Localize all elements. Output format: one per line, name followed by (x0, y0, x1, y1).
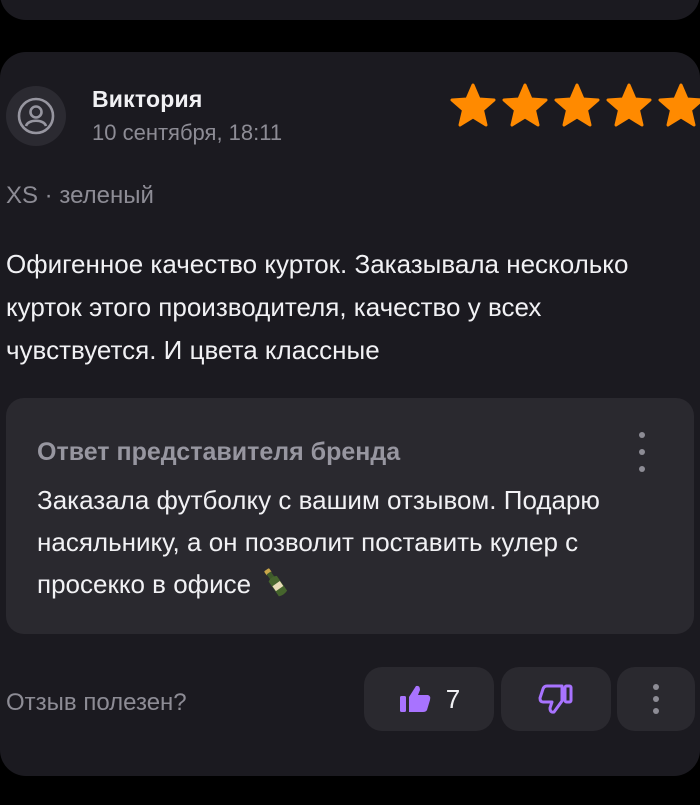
brand-reply-text-block: Заказала футболку с вашим отзывом. Подар… (37, 479, 657, 605)
previous-review-card (0, 0, 700, 20)
product-variant: XS · зеленый (6, 182, 154, 209)
more-actions-button[interactable] (617, 667, 695, 731)
brand-reply-title: Ответ представителя бренда (37, 438, 401, 466)
more-dots-icon (639, 432, 645, 438)
like-button[interactable]: 7 (364, 667, 494, 731)
rating-stars (448, 82, 700, 130)
brand-reply-text: Заказала футболку с вашим отзывом. Подар… (37, 485, 600, 599)
star-icon (554, 83, 600, 127)
star-icon (450, 83, 496, 127)
thumbs-up-icon (399, 685, 431, 712)
reply-menu-button[interactable] (632, 432, 652, 472)
more-dots-icon (653, 684, 659, 714)
like-count: 7 (445, 683, 461, 714)
helpful-question: Отзыв полезен? (6, 689, 187, 716)
star-icon (658, 83, 700, 127)
review-text: Офигенное качество курток. Заказывала не… (6, 249, 629, 365)
author-name: Виктория (92, 86, 203, 112)
bottle-icon (264, 568, 288, 597)
thumbs-down-icon (538, 684, 573, 714)
dislike-button[interactable] (501, 667, 611, 731)
brand-reply: Ответ представителя бренда Заказала футб… (6, 398, 694, 634)
star-icon (502, 83, 548, 127)
user-icon (17, 97, 55, 135)
star-icon (606, 83, 652, 127)
avatar[interactable] (6, 86, 66, 146)
review-date: 10 сентября, 18:11 (92, 120, 283, 145)
